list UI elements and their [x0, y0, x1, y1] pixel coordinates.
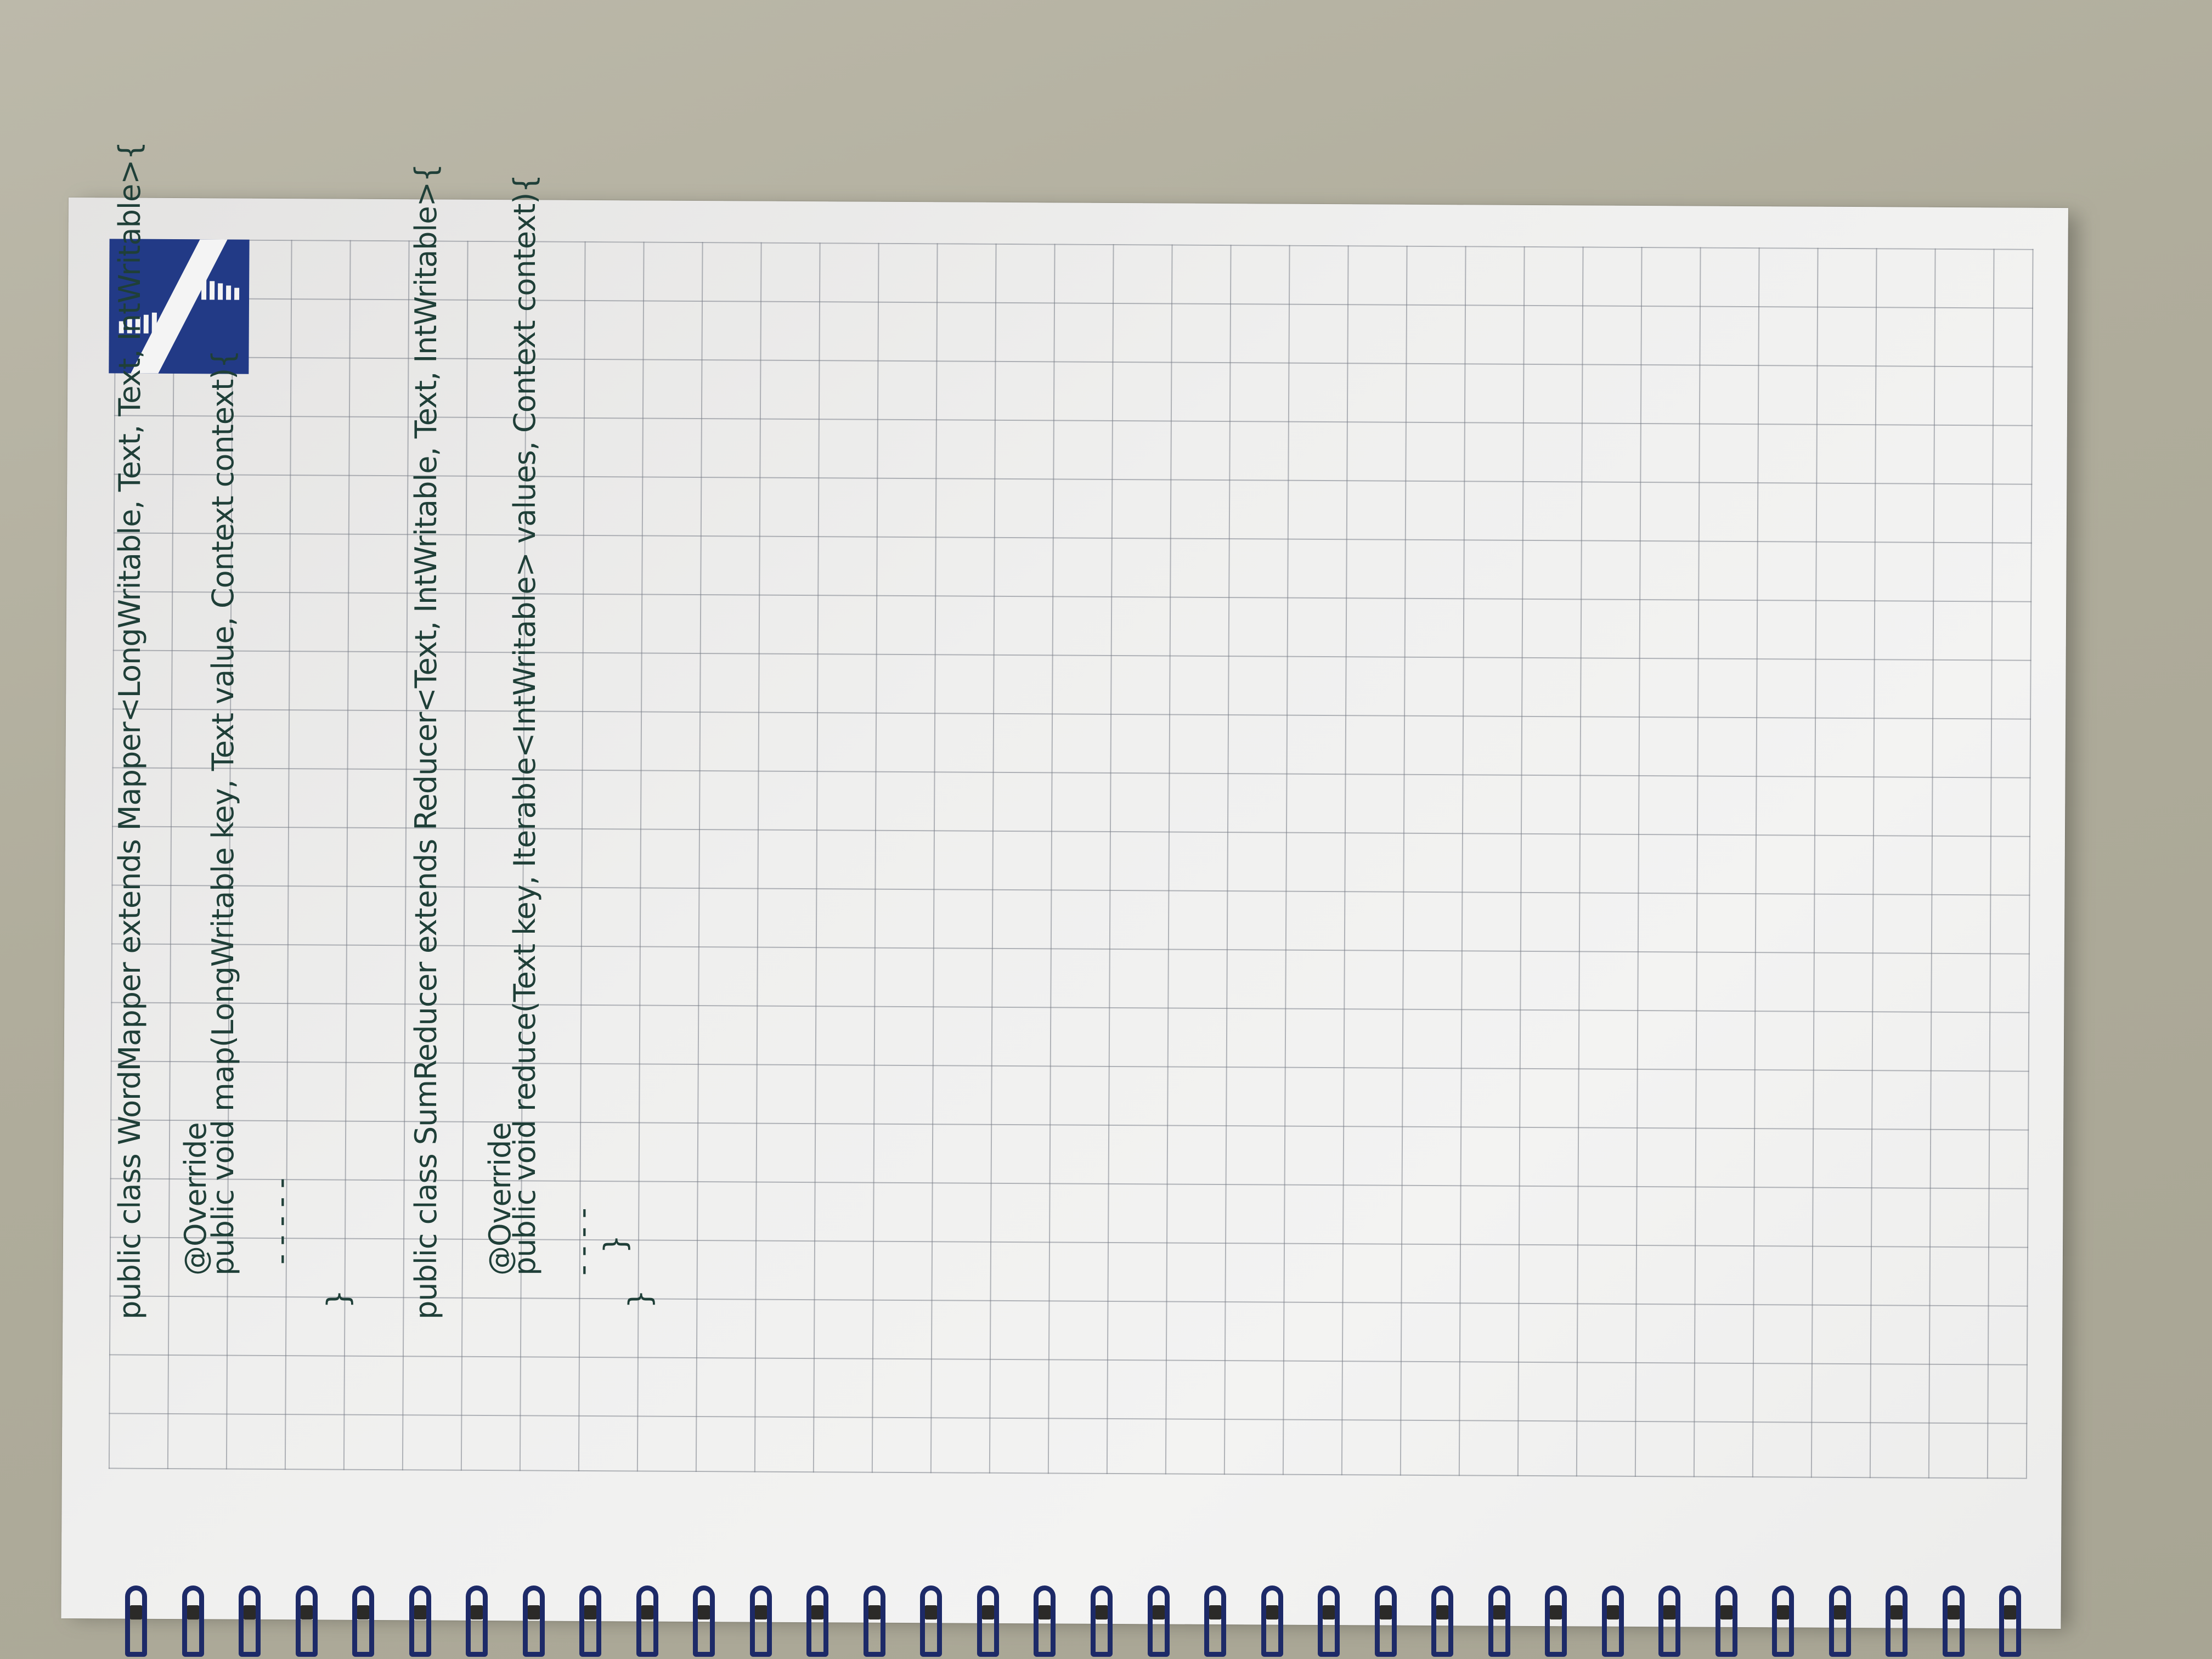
spiral-ring — [1257, 1585, 1288, 1659]
spiral-wire — [1431, 1585, 1453, 1657]
spiral-ring — [1654, 1585, 1685, 1659]
spiral-wire — [1886, 1585, 1908, 1657]
code-line-mapper-class: public class WordMapper extends Mapper<L… — [112, 142, 147, 1319]
spiral-ring — [1938, 1585, 1969, 1659]
spiral-ring — [1313, 1585, 1344, 1659]
spiral-wire — [1545, 1585, 1567, 1657]
spiral-wire — [977, 1585, 999, 1657]
spiral-ring — [1086, 1585, 1117, 1659]
spiral-binding — [110, 1575, 2063, 1659]
spiral-ring — [1370, 1585, 1401, 1659]
spiral-ring — [1825, 1585, 1855, 1659]
spiral-wire — [693, 1585, 715, 1657]
spiral-wire — [1091, 1585, 1113, 1657]
spiral-ring — [178, 1585, 208, 1659]
spiral-ring — [1143, 1585, 1174, 1659]
spiral-ring — [973, 1585, 1003, 1659]
spiral-wire — [1204, 1585, 1226, 1657]
spiral-wire — [239, 1585, 261, 1657]
spiral-wire — [1943, 1585, 1965, 1657]
spiral-ring — [1541, 1585, 1571, 1659]
spiral-wire — [296, 1585, 318, 1657]
spiral-ring — [121, 1585, 151, 1659]
spiral-wire — [1034, 1585, 1056, 1657]
spiral-wire — [352, 1585, 374, 1657]
spiral-ring — [348, 1585, 379, 1659]
spiral-ring — [461, 1585, 492, 1659]
spiral-ring — [859, 1585, 890, 1659]
spiral-wire — [1829, 1585, 1851, 1657]
code-line-ellipsis-2: - - - - — [565, 1208, 600, 1276]
spiral-wire — [409, 1585, 431, 1657]
spiral-wire — [182, 1585, 204, 1657]
code-line-reducer-class: public class SumReducer extends Reducer<… — [409, 163, 443, 1319]
code-line-close-2: } — [598, 1235, 633, 1254]
spiral-ring — [1484, 1585, 1515, 1659]
spiral-ring — [802, 1585, 833, 1659]
code-line-reduce-method: public void reduce(Text key, Iterable<In… — [507, 174, 542, 1276]
spiral-wire — [1488, 1585, 1510, 1657]
spiral-wire — [1148, 1585, 1170, 1657]
code-line-close-1: } — [321, 1290, 356, 1308]
code-line-ellipsis-1: - - - - - — [263, 1178, 298, 1265]
spiral-ring — [1995, 1585, 2025, 1659]
handwritten-code: public class WordMapper extends Mapper<L… — [112, 91, 689, 1319]
spiral-ring — [1711, 1585, 1742, 1659]
spiral-ring — [1200, 1585, 1231, 1659]
spiral-wire — [636, 1585, 658, 1657]
spiral-wire — [1716, 1585, 1737, 1657]
spiral-wire — [1999, 1585, 2021, 1657]
spiral-wire — [1658, 1585, 1680, 1657]
spiral-wire — [523, 1585, 545, 1657]
spiral-wire — [466, 1585, 488, 1657]
code-line-close-3: } — [623, 1290, 657, 1308]
spiral-ring — [746, 1585, 776, 1659]
spiral-ring — [916, 1585, 946, 1659]
spiral-ring — [1427, 1585, 1458, 1659]
spiral-wire — [750, 1585, 772, 1657]
spiral-wire — [920, 1585, 942, 1657]
spiral-wire — [1318, 1585, 1340, 1657]
code-line-map-method: public void map(LongWritable key, Text v… — [206, 350, 240, 1276]
spiral-wire — [1375, 1585, 1397, 1657]
spiral-wire — [125, 1585, 147, 1657]
spiral-wire — [579, 1585, 601, 1657]
spiral-wire — [1261, 1585, 1283, 1657]
spiral-ring — [1768, 1585, 1798, 1659]
spiral-ring — [405, 1585, 436, 1659]
spiral-ring — [1881, 1585, 1912, 1659]
spiral-ring — [518, 1585, 549, 1659]
spiral-wire — [1772, 1585, 1794, 1657]
spiral-ring — [1598, 1585, 1628, 1659]
spiral-ring — [632, 1585, 663, 1659]
spiral-wire — [1602, 1585, 1624, 1657]
spiral-ring — [234, 1585, 265, 1659]
spiral-ring — [1029, 1585, 1060, 1659]
spiral-ring — [689, 1585, 719, 1659]
spiral-wire — [806, 1585, 828, 1657]
spiral-ring — [291, 1585, 322, 1659]
spiral-ring — [575, 1585, 606, 1659]
spiral-wire — [864, 1585, 885, 1657]
